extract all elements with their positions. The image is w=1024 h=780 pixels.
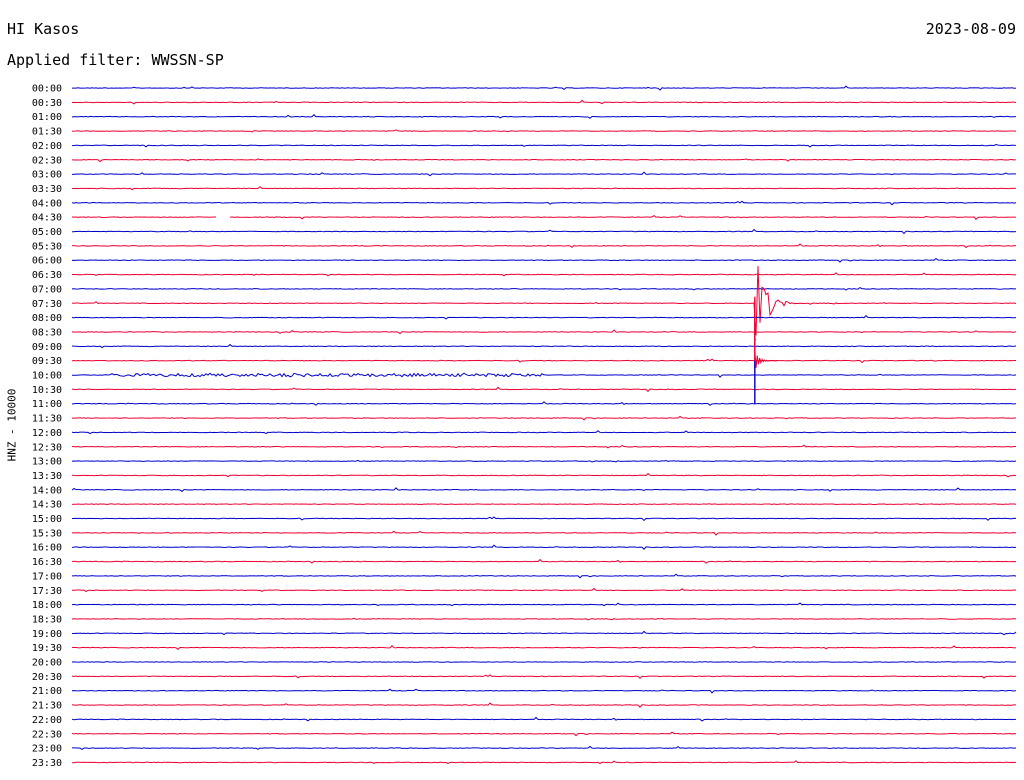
row-time-label: 19:00 <box>32 629 62 640</box>
trace-line <box>71 114 1017 119</box>
trace-line <box>71 760 1017 765</box>
trace-line <box>71 358 1017 364</box>
row-time-label: 01:00 <box>32 112 62 123</box>
row-time-label: 11:30 <box>32 414 62 425</box>
trace-line <box>71 243 1017 249</box>
row-time-label: 15:30 <box>32 528 62 539</box>
row-time-label: 02:30 <box>32 155 62 166</box>
trace-line <box>71 158 1017 163</box>
row-time-label: 22:30 <box>32 729 62 740</box>
row-time-label: 18:00 <box>32 600 62 611</box>
trace-line <box>71 266 1017 336</box>
trace-line <box>71 415 1017 421</box>
trace-line <box>71 143 1017 148</box>
row-time-label: 05:30 <box>32 241 62 252</box>
row-time-label: 16:00 <box>32 543 62 554</box>
row-time-label: 11:00 <box>32 399 62 410</box>
trace-line <box>71 343 1017 349</box>
row-time-label: 20:30 <box>32 672 62 683</box>
row-time-label: 06:30 <box>32 270 62 281</box>
trace-line <box>71 401 1017 406</box>
trace-line <box>71 645 1017 650</box>
trace-line <box>71 99 1017 105</box>
row-time-label: 15:00 <box>32 514 62 525</box>
row-time-label: 03:00 <box>32 170 62 181</box>
trace-line <box>71 702 1017 708</box>
trace-line <box>71 129 1017 133</box>
trace-line <box>71 516 1017 522</box>
trace-line <box>71 716 1017 722</box>
row-time-label: 08:00 <box>32 313 62 324</box>
row-time-label: 04:30 <box>32 213 62 224</box>
trace-line <box>71 215 1017 221</box>
trace-line <box>71 573 1017 579</box>
quake-coda <box>754 350 778 368</box>
trace-line <box>71 487 1017 493</box>
row-time-label: 03:30 <box>32 184 62 195</box>
row-time-label: 17:30 <box>32 586 62 597</box>
trace-line <box>72 745 1017 750</box>
row-time-label: 23:30 <box>32 758 62 769</box>
trace-line <box>71 186 1017 191</box>
row-time-label: 22:00 <box>32 715 62 726</box>
row-time-label: 07:30 <box>32 299 62 310</box>
trace-line <box>71 286 1017 291</box>
trace-line <box>71 558 1017 564</box>
row-time-label: 12:00 <box>32 428 62 439</box>
row-time-label: 00:00 <box>32 84 62 95</box>
trace-line <box>71 617 1017 621</box>
trace-line <box>71 171 1017 177</box>
trace-line <box>71 587 1017 593</box>
row-time-label: 10:00 <box>32 371 62 382</box>
trace-line <box>71 257 1017 263</box>
row-time-label: 09:30 <box>32 356 62 367</box>
trace-line <box>71 674 1017 680</box>
row-time-label: 18:30 <box>32 614 62 625</box>
row-time-label: 13:30 <box>32 471 62 482</box>
row-time-label: 09:00 <box>32 342 62 353</box>
trace-line <box>71 329 1017 335</box>
trace-line <box>71 530 1017 536</box>
helicorder-plot: 00:00 00:30 01:00 01:30 02:00 02:30 03:00 03:30… <box>32 84 1017 769</box>
row-time-label: 06:00 <box>32 256 62 267</box>
row-time-label: 12:30 <box>32 442 62 453</box>
row-time-label: 07:00 <box>32 284 62 295</box>
row-time-label: 14:30 <box>32 500 62 511</box>
row-time-label: 01:30 <box>32 127 62 138</box>
trace-line <box>71 459 1017 463</box>
trace-line <box>71 315 1017 320</box>
row-time-label: 16:30 <box>32 557 62 568</box>
trace-line <box>71 544 1017 550</box>
trace-line <box>71 444 1017 449</box>
trace-line <box>71 386 1017 393</box>
trace-line <box>71 661 1017 663</box>
trace-line <box>71 503 1017 505</box>
row-time-label: 23:00 <box>32 744 62 755</box>
trace-line <box>71 472 1017 478</box>
row-time-label: 21:00 <box>32 686 62 697</box>
trace-line <box>72 372 1017 378</box>
row-time-label: 19:30 <box>32 643 62 654</box>
row-time-label: 14:00 <box>32 485 62 496</box>
trace-line <box>71 430 1017 435</box>
row-time-label: 17:00 <box>32 571 62 582</box>
row-time-label: 20:00 <box>32 658 62 669</box>
row-time-label: 04:00 <box>32 198 62 209</box>
row-time-label: 05:00 <box>32 227 62 238</box>
row-time-label: 00:30 <box>32 98 62 109</box>
row-time-label: 10:30 <box>32 385 62 396</box>
row-time-label: 02:00 <box>32 141 62 152</box>
trace-line <box>71 731 1017 737</box>
row-time-label: 13:00 <box>32 457 62 468</box>
trace-line <box>71 602 1017 607</box>
trace-line <box>71 200 1017 206</box>
trace-line <box>72 630 1017 636</box>
row-time-label: 21:30 <box>32 701 62 712</box>
trace-line <box>71 228 1017 235</box>
trace-line <box>71 272 1017 277</box>
trace-line <box>71 688 1017 694</box>
trace-line <box>71 85 1017 91</box>
row-time-label: 08:30 <box>32 327 62 338</box>
